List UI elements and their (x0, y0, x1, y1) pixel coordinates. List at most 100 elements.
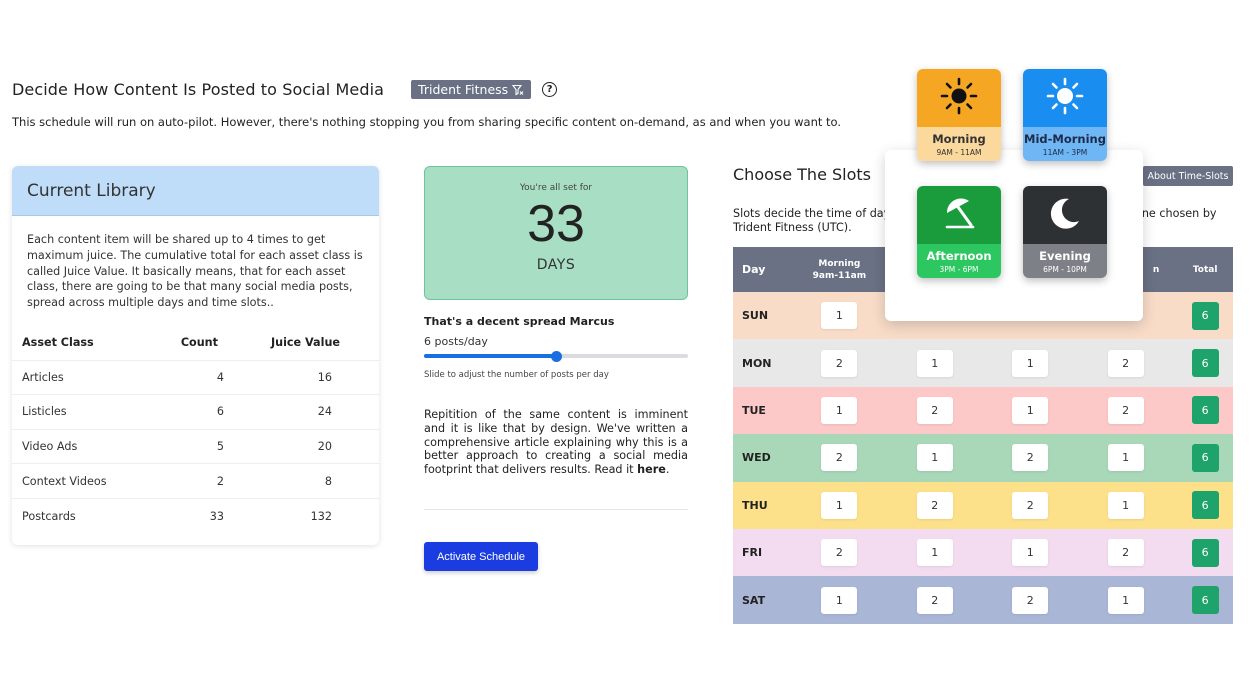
posts-per-day-label: 6 posts/day (424, 335, 488, 348)
slot-cell: 2 (1078, 539, 1173, 567)
asset-count: 33 (209, 509, 224, 523)
slot-count-input[interactable]: 2 (1012, 586, 1049, 614)
slot-count-input[interactable]: 2 (916, 396, 953, 424)
slot-cell: 2 (792, 444, 887, 472)
table-row: Postcards 33 132 (12, 499, 379, 534)
slots-desc-right: one chosen by (1135, 207, 1217, 220)
slot-card-mid-morning[interactable]: Mid-Morning 11AM - 3PM (1023, 69, 1107, 161)
col-morning-time: 9am-11am (812, 270, 867, 281)
slot-count-input[interactable]: 1 (916, 539, 953, 567)
asset-juice: 24 (317, 405, 332, 419)
filter-clear-icon[interactable] (512, 84, 524, 96)
slot-count-input[interactable]: 1 (1107, 586, 1144, 614)
slot-card-top (1023, 69, 1107, 127)
slot-count-input[interactable]: 1 (1012, 539, 1049, 567)
day-label: MON (742, 356, 772, 370)
schedule-row-tue: TUE 1 2 1 2 6 (733, 386, 1233, 435)
slot-count-input[interactable]: 2 (1012, 444, 1049, 472)
slot-count-input[interactable]: 1 (821, 586, 858, 614)
col-juice-value: Juice Value (270, 336, 340, 350)
repetition-end: . (665, 463, 670, 477)
asset-count: 2 (216, 474, 224, 488)
slot-count-input[interactable]: 2 (916, 586, 953, 614)
total-cell: 6 (1177, 349, 1233, 378)
slot-cell: 2 (792, 349, 887, 377)
slot-card-bottom: Afternoon 3PM - 6PM (917, 244, 1001, 278)
slot-count-input[interactable]: 2 (916, 491, 953, 519)
slot-time: 9AM - 11AM (936, 147, 982, 157)
slot-count-input[interactable]: 1 (1012, 396, 1049, 424)
question-circle-icon[interactable]: ? (542, 82, 558, 97)
col-total: Total (1192, 264, 1218, 275)
slot-cell: 1 (887, 349, 982, 377)
slot-cell: 2 (983, 491, 1078, 519)
posts-per-day-slider[interactable] (424, 351, 688, 362)
slot-time: 11AM - 3PM (1042, 147, 1088, 157)
activate-schedule-button[interactable]: Activate Schedule (424, 542, 538, 571)
slot-count-input[interactable]: 1 (916, 349, 953, 377)
about-time-slots-button[interactable]: About Time-Slots (1143, 166, 1233, 186)
article-link[interactable]: here (637, 463, 666, 476)
slot-count-input[interactable]: 2 (1012, 491, 1049, 519)
schedule-row-wed: WED 2 1 2 1 6 (733, 434, 1233, 482)
slot-count-input[interactable]: 2 (821, 349, 858, 377)
slot-count-input[interactable]: 2 (1107, 396, 1144, 424)
asset-name: Postcards (22, 509, 76, 523)
divider (424, 509, 688, 510)
slot-count-input[interactable]: 1 (1107, 491, 1144, 519)
slot-card-bottom: Mid-Morning 11AM - 3PM (1023, 127, 1107, 161)
slot-name: Morning (932, 131, 986, 146)
slot-count-input[interactable]: 2 (1107, 539, 1144, 567)
bright-sun-icon (1045, 76, 1085, 120)
slider-handle[interactable] (551, 351, 562, 362)
slot-cell: 2 (983, 586, 1078, 614)
slot-cell: 1 (792, 586, 887, 614)
slot-name: Afternoon (926, 248, 992, 263)
slot-card-morning[interactable]: Morning 9AM - 11AM (917, 69, 1001, 161)
slot-card-afternoon[interactable]: Afternoon 3PM - 6PM (917, 186, 1001, 278)
day-total-badge: 6 (1191, 301, 1219, 330)
table-row: Context Videos 2 8 (12, 464, 379, 499)
asset-juice: 132 (310, 509, 332, 523)
day-total-badge: 6 (1191, 491, 1219, 520)
days-count: 33 (527, 195, 585, 253)
page-title: Decide How Content Is Posted to Social M… (12, 80, 385, 99)
slot-count-input[interactable]: 1 (821, 396, 858, 424)
slot-cell: 2 (1078, 349, 1173, 377)
table-row: Articles 4 16 (12, 361, 379, 396)
day-label: WED (742, 451, 771, 465)
slot-time: 6PM - 10PM (1043, 264, 1087, 274)
day-label: FRI (742, 546, 763, 560)
slot-count-input[interactable]: 2 (821, 539, 858, 567)
slot-count-input[interactable]: 1 (1107, 444, 1144, 472)
col-morning-label: Morning (818, 258, 861, 269)
total-cell: 6 (1177, 396, 1233, 425)
brand-filter-pill[interactable]: Trident Fitness (411, 80, 532, 99)
day-total-badge: 6 (1191, 443, 1219, 472)
slot-card-bottom: Morning 9AM - 11AM (917, 127, 1001, 161)
slot-time: 3PM - 6PM (939, 264, 979, 274)
slots-desc-line2: Trident Fitness (UTC). (733, 221, 852, 234)
days-summary-box: You're all set for 33 DAYS (424, 166, 688, 300)
total-cell: 6 (1177, 586, 1233, 615)
slot-count-input[interactable]: 1 (916, 444, 953, 472)
brand-name: Trident Fitness (418, 82, 509, 97)
sun-icon (939, 76, 979, 120)
asset-count: 6 (216, 405, 224, 419)
slider-hint: Slide to adjust the number of posts per … (424, 370, 609, 380)
slot-cell: 2 (887, 396, 982, 424)
slots-title: Choose The Slots (733, 165, 871, 184)
slot-card-evening[interactable]: Evening 6PM - 10PM (1023, 186, 1107, 278)
library-description: Each content item will be shared up to 4… (27, 233, 363, 310)
asset-juice: 8 (324, 474, 332, 488)
slot-count-input[interactable]: 2 (1107, 349, 1144, 377)
repetition-note: Repitition of the same content is immine… (424, 408, 688, 477)
slot-count-input[interactable]: 1 (821, 491, 858, 519)
slot-cell: 1 (1078, 586, 1173, 614)
slider-fill (424, 354, 556, 358)
slot-cell: 1 (983, 396, 1078, 424)
slot-count-input[interactable]: 1 (821, 302, 858, 330)
slot-count-input[interactable]: 2 (821, 444, 858, 472)
slot-card-top (1023, 186, 1107, 244)
slot-count-input[interactable]: 1 (1012, 349, 1049, 377)
